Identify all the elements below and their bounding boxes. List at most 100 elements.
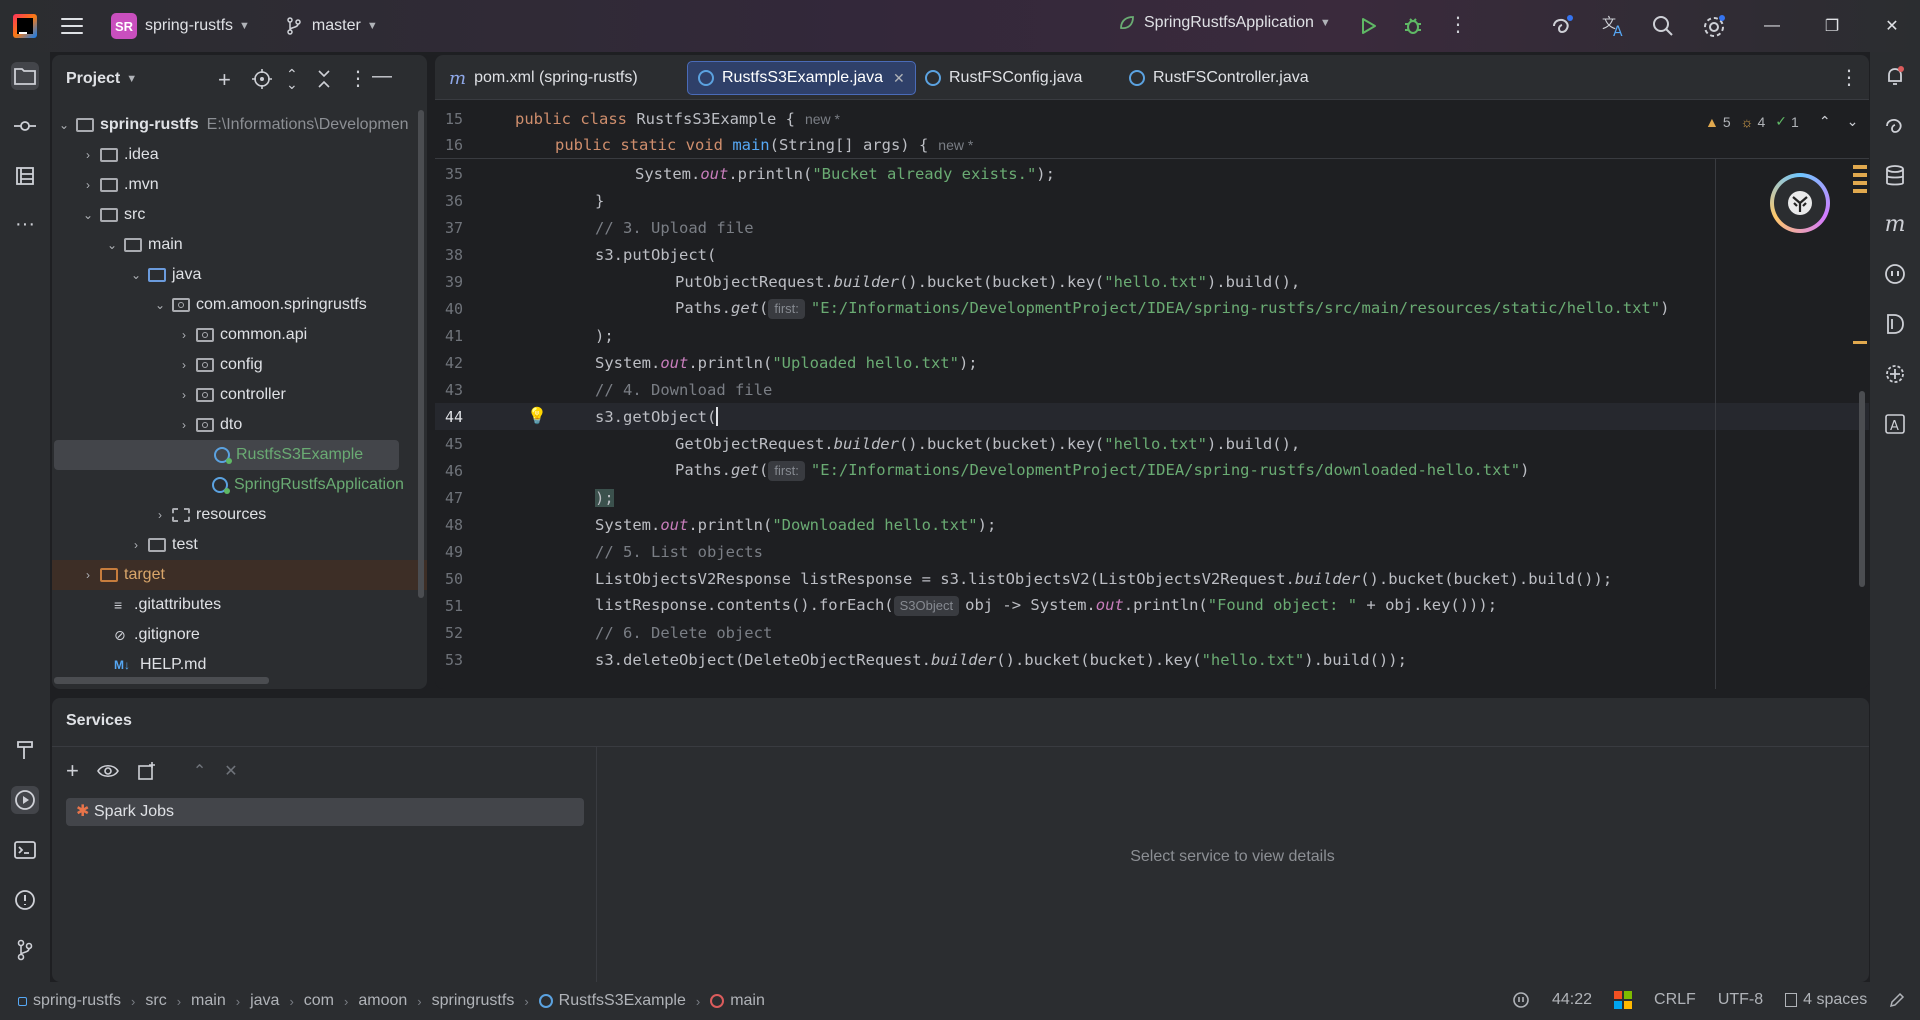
warning-stripe-marker[interactable] [1853, 341, 1867, 344]
run-config-selector[interactable]: SpringRustfsApplication ▼ [1118, 14, 1331, 32]
add-file-icon[interactable]: + [218, 67, 231, 93]
tree-item-src[interactable]: ⌄ src [52, 200, 427, 230]
copilot-icon[interactable] [1881, 260, 1909, 288]
line-separator[interactable]: CRLF [1654, 991, 1696, 1009]
more-actions-icon[interactable]: ⋮ [1448, 15, 1468, 37]
settings-gear-icon[interactable] [1702, 14, 1726, 38]
close-window-icon[interactable]: ✕ [1868, 0, 1916, 52]
tab-options-more-icon[interactable]: ⋮ [1839, 65, 1859, 90]
breadcrumb-item[interactable]: src [145, 992, 166, 1010]
project-panel-title[interactable]: Project [66, 70, 120, 88]
tree-item-rustfs-s3-example[interactable]: RustfsS3Example [54, 440, 399, 470]
ai-chat-icon[interactable] [1881, 112, 1909, 140]
options-more-icon[interactable]: ⋮ [348, 66, 368, 91]
project-switcher[interactable]: SR spring-rustfs ▼ [111, 13, 250, 39]
expand-all-icon[interactable]: ⌃ [193, 761, 206, 781]
windows-logo-icon[interactable] [1614, 991, 1633, 1009]
collapse-all-icon[interactable] [316, 69, 332, 94]
database-icon[interactable] [1881, 162, 1909, 190]
text-a-icon[interactable]: A [1881, 410, 1909, 438]
services-tool-icon[interactable] [11, 786, 39, 814]
chevron-down-icon[interactable]: ▼ [126, 73, 137, 85]
breadcrumb-item[interactable]: main [191, 992, 226, 1010]
problems-icon[interactable] [11, 886, 39, 914]
translate-icon[interactable]: 文A [1600, 12, 1628, 40]
commit-tool-icon[interactable] [11, 112, 39, 140]
inspection-widget[interactable]: ▲ 5 ☼ 4 ✓ 1 ⌃ ⌄ [1705, 113, 1858, 130]
tree-item-target[interactable]: › target [52, 560, 427, 590]
prev-highlight-icon[interactable]: ⌃ [1819, 113, 1831, 130]
main-menu-icon[interactable] [61, 18, 83, 34]
rust-gear-icon[interactable] [1881, 360, 1909, 388]
tree-item-controller[interactable]: › controller [52, 380, 427, 410]
ai-assistant-icon[interactable] [1550, 14, 1574, 38]
caret-position[interactable]: 44:22 [1552, 991, 1592, 1009]
tree-item-main[interactable]: ⌄ main [52, 230, 427, 260]
add-service-icon[interactable]: + [66, 758, 79, 784]
notifications-bell-icon[interactable] [1881, 62, 1909, 90]
eye-icon[interactable] [96, 763, 119, 779]
new-group-icon[interactable] [137, 761, 157, 781]
warning-stripe-marker[interactable] [1853, 173, 1867, 177]
tab-rustfs-config[interactable]: RustFSConfig.java [915, 61, 1092, 95]
file-encoding[interactable]: UTF-8 [1718, 991, 1763, 1009]
locate-target-icon[interactable] [252, 69, 272, 94]
d-plugin-icon[interactable] [1881, 310, 1909, 338]
editor-scrollbar[interactable] [1859, 391, 1865, 587]
close-tab-icon[interactable]: ✕ [893, 70, 905, 87]
breadcrumb-item[interactable]: com [304, 992, 334, 1010]
ai-avatar[interactable] [1770, 173, 1830, 233]
minimize-icon[interactable]: — [1748, 0, 1796, 52]
build-hammer-icon[interactable] [11, 736, 39, 764]
tab-pom-xml[interactable]: m pom.xml (spring-rustfs) [439, 61, 648, 95]
service-item-spark-jobs[interactable]: ✱ Spark Jobs [66, 798, 584, 826]
tree-item-help-md[interactable]: M↓ HELP.md [52, 650, 427, 680]
tree-item-java[interactable]: ⌄ java [52, 260, 427, 290]
read-only-toggle-icon[interactable] [1889, 992, 1905, 1008]
next-highlight-icon[interactable]: ⌄ [1847, 113, 1859, 130]
intellij-logo-icon[interactable] [13, 14, 37, 38]
debug-icon[interactable] [1402, 15, 1424, 37]
tree-item-common-api[interactable]: › common.api [52, 320, 427, 350]
branch-switcher[interactable]: master ▼ [286, 17, 378, 35]
search-icon[interactable] [1652, 15, 1674, 37]
vertical-scrollbar[interactable] [418, 110, 424, 598]
breadcrumb-item[interactable]: RustfsS3Example [559, 992, 686, 1010]
tree-item-gitattributes[interactable]: ≡ .gitattributes [52, 590, 427, 620]
tab-rustfs-s3-example[interactable]: RustfsS3Example.java ✕ [687, 61, 916, 95]
tree-item-dto[interactable]: › dto [52, 410, 427, 440]
warning-stripe-marker[interactable] [1853, 165, 1867, 169]
terminal-icon[interactable] [11, 836, 39, 864]
git-tool-icon[interactable] [11, 936, 39, 964]
breadcrumb-item[interactable]: amoon [358, 992, 407, 1010]
hide-panel-icon[interactable]: — [372, 65, 392, 88]
warning-stripe-marker[interactable] [1853, 181, 1867, 185]
tree-item-module[interactable]: ⌄ spring-rustfs E:\Informations\Developm… [52, 110, 427, 140]
tree-item-gitignore[interactable]: ⊘ .gitignore [52, 620, 427, 650]
tree-item-resources[interactable]: › resources [52, 500, 427, 530]
restore-icon[interactable]: ❐ [1808, 0, 1856, 52]
horizontal-scrollbar[interactable] [54, 677, 269, 684]
run-icon[interactable] [1358, 16, 1378, 36]
breadcrumb-item[interactable]: java [250, 992, 279, 1010]
expand-all-icon[interactable]: ⌃ ⌄ [286, 67, 298, 91]
project-tool-folder-icon[interactable] [11, 62, 39, 90]
breadcrumb-item[interactable]: spring-rustfs [33, 992, 121, 1010]
collapse-all-icon[interactable]: ✕ [224, 761, 237, 781]
intention-bulb-icon[interactable]: 💡 [527, 406, 547, 425]
breadcrumb-item[interactable]: springrustfs [432, 992, 515, 1010]
breadcrumb-item[interactable]: main [730, 992, 765, 1010]
tree-item-test[interactable]: › test [52, 530, 427, 560]
maven-icon[interactable]: m [1881, 210, 1909, 238]
tree-item-mvn[interactable]: › .mvn [52, 170, 427, 200]
indent-setting[interactable]: 4 spaces [1785, 991, 1867, 1009]
warning-stripe-marker[interactable] [1853, 189, 1867, 193]
code-line-44-current[interactable]: 44 💡 s3.getObject( [435, 403, 1869, 430]
tree-item-config[interactable]: › config [52, 350, 427, 380]
tree-item-package-root[interactable]: ⌄ com.amoon.springrustfs [52, 290, 427, 320]
copilot-status-icon[interactable] [1512, 991, 1530, 1009]
tree-item-spring-app[interactable]: SpringRustfsApplication [52, 470, 427, 500]
tab-rustfs-controller[interactable]: RustFSController.java [1119, 61, 1319, 95]
more-tools-icon[interactable]: ··· [11, 210, 39, 238]
structure-tool-icon[interactable] [11, 162, 39, 190]
